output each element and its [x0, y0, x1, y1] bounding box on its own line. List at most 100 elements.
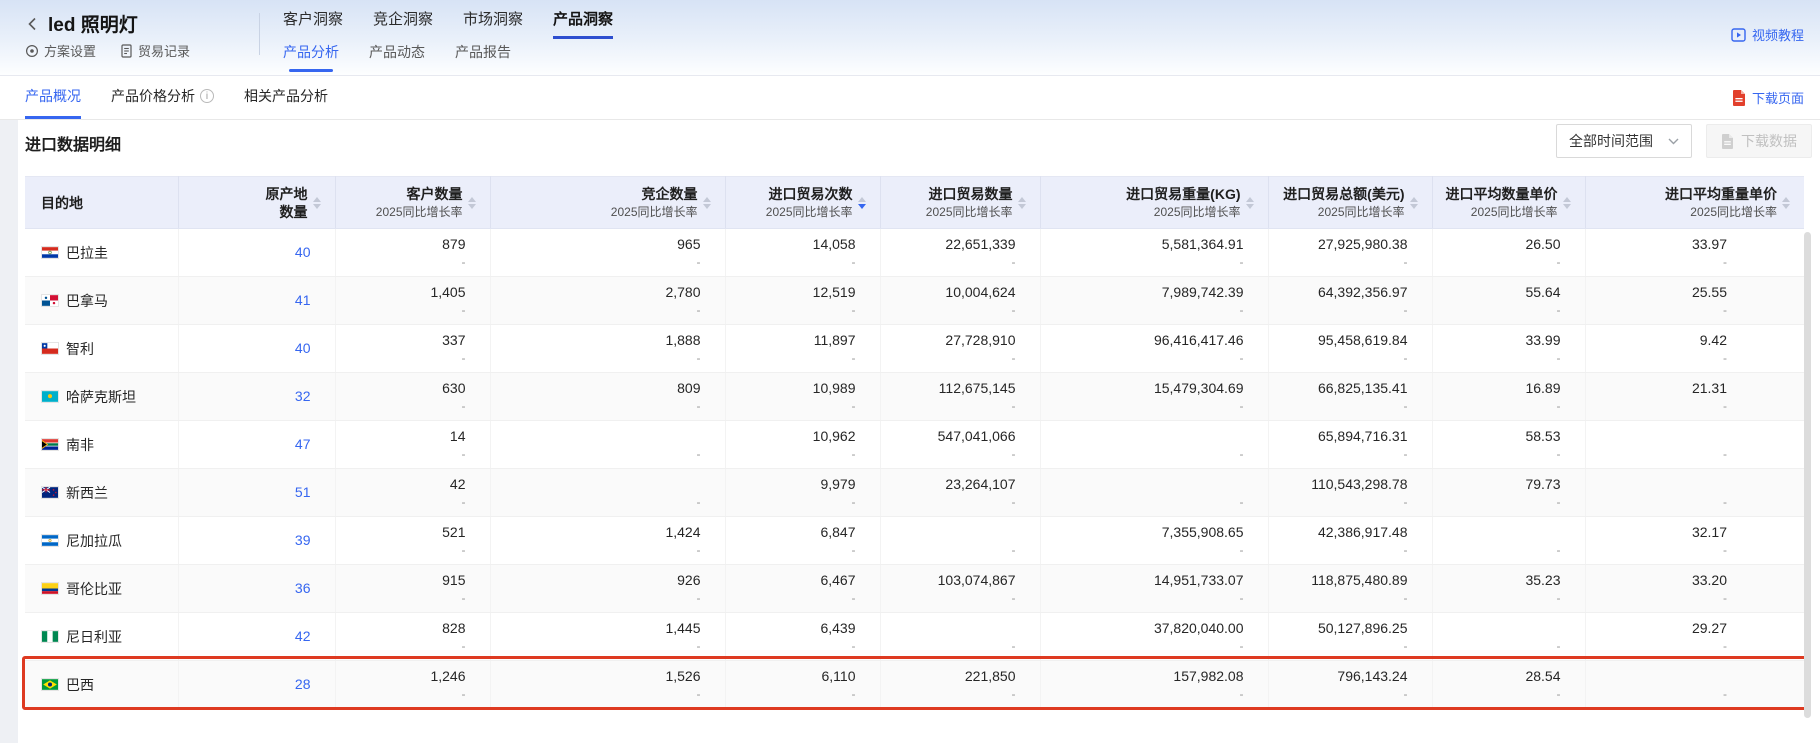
- metric-cell: 58.53-: [1432, 421, 1585, 469]
- table-row: 哈萨克斯坦32630-809-10,989-112,675,145-15,479…: [25, 373, 1804, 421]
- trade-count-link[interactable]: 6,110: [726, 667, 856, 685]
- trade-count-link[interactable]: 14,058: [726, 235, 856, 253]
- sort-icon[interactable]: [1782, 197, 1790, 209]
- col-header-import-trade-count[interactable]: 进口贸易次数2025同比增长率: [725, 177, 880, 229]
- vertical-scrollbar[interactable]: [1804, 232, 1811, 718]
- trade-count-link[interactable]: 9,979: [726, 475, 856, 493]
- origin-count-link[interactable]: 32: [295, 388, 311, 404]
- growth-rate-value: -: [881, 543, 1016, 558]
- video-tutorial-button[interactable]: 视频教程: [1731, 25, 1804, 44]
- col-header-import-trade-weight[interactable]: 进口贸易重量(KG)2025同比增长率: [1040, 177, 1268, 229]
- growth-rate-value: -: [1269, 543, 1408, 558]
- country-name: 新西兰: [66, 483, 108, 503]
- metric-value: 1,424: [491, 523, 701, 541]
- origin-count-link[interactable]: 40: [295, 340, 311, 356]
- growth-rate-value: -: [336, 591, 466, 606]
- tab-product-analysis[interactable]: 产品分析: [283, 42, 339, 62]
- growth-rate-value: -: [881, 639, 1016, 654]
- col-header-avg-weight-price[interactable]: 进口平均重量单价2025同比增长率: [1585, 177, 1804, 229]
- metric-value: 809: [491, 379, 701, 397]
- growth-rate-value: -: [726, 351, 856, 366]
- growth-rate-value: -: [1041, 591, 1244, 606]
- col-header-import-trade-quantity[interactable]: 进口贸易数量2025同比增长率: [880, 177, 1040, 229]
- sort-icon[interactable]: [1246, 197, 1254, 209]
- metric-cell: 14,951,733.07 -: [1040, 565, 1268, 613]
- sort-icon[interactable]: [1410, 197, 1418, 209]
- origin-count-link[interactable]: 42: [295, 628, 311, 644]
- sort-icon[interactable]: [313, 197, 321, 209]
- trade-records-button[interactable]: 贸易记录: [120, 41, 190, 60]
- origin-count-link[interactable]: 39: [295, 532, 311, 548]
- table-row: 巴西281,246-1,526-6,110-221,850-157,982.08…: [25, 661, 1804, 709]
- metric-value: 118,875,480.89: [1269, 571, 1408, 589]
- country-name: 哈萨克斯坦: [66, 387, 136, 407]
- back-icon[interactable]: [24, 16, 40, 32]
- origin-count-link[interactable]: 51: [295, 484, 311, 500]
- growth-rate-value: -: [881, 591, 1016, 606]
- table-row: 智利40337-1,888-11,897-27,728,910-96,416,4…: [25, 325, 1804, 373]
- download-page-button[interactable]: 下载页面: [1732, 88, 1804, 107]
- growth-rate-value: -: [336, 639, 466, 654]
- growth-rate-value: -: [1041, 447, 1244, 462]
- metric-cell: 118,875,480.89-: [1268, 565, 1432, 613]
- metric-value: [881, 523, 1016, 541]
- col-header-customer-count[interactable]: 客户数量2025同比增长率: [335, 177, 490, 229]
- growth-rate-value: -: [1041, 543, 1244, 558]
- col-header-import-trade-amount[interactable]: 进口贸易总额(美元)2025同比增长率: [1268, 177, 1432, 229]
- tab-market-insight[interactable]: 市场洞察: [463, 8, 523, 39]
- trade-count-link[interactable]: 10,962: [726, 427, 856, 445]
- origin-count-link[interactable]: 36: [295, 580, 311, 596]
- origin-count-link[interactable]: 40: [295, 244, 311, 260]
- growth-rate-value: -: [1269, 495, 1408, 510]
- col-header-avg-quantity-price[interactable]: 进口平均数量单价2025同比增长率: [1432, 177, 1585, 229]
- sort-icon[interactable]: [1563, 197, 1571, 209]
- trade-count-link[interactable]: 6,847: [726, 523, 856, 541]
- tab-competitor-insight[interactable]: 竞企洞察: [373, 8, 433, 39]
- trade-count-link[interactable]: 10,989: [726, 379, 856, 397]
- growth-rate-value: -: [1433, 687, 1561, 702]
- metric-cell: 809-: [490, 373, 725, 421]
- sort-icon-active-desc[interactable]: [858, 197, 866, 209]
- metric-cell: 157,982.08-: [1040, 661, 1268, 709]
- time-range-select[interactable]: 全部时间范围: [1556, 124, 1692, 158]
- trade-count-link[interactable]: 6,467: [726, 571, 856, 589]
- tab-product-dynamics[interactable]: 产品动态: [369, 42, 425, 62]
- trade-count-link[interactable]: 12,519: [726, 283, 856, 301]
- col-header-origin-count[interactable]: 原产地数量: [178, 177, 335, 229]
- metric-value: 33.97: [1586, 235, 1728, 253]
- metric-value: 96,416,417.46: [1041, 331, 1244, 349]
- trade-count-link[interactable]: 6,439: [726, 619, 856, 637]
- app-window: led 照明灯 方案设置 贸易记录 客户洞察 竞企洞察 市场洞察 产品洞察 产品…: [0, 0, 1820, 743]
- origin-count-link[interactable]: 47: [295, 436, 311, 452]
- sort-icon[interactable]: [703, 197, 711, 209]
- plan-settings-button[interactable]: 方案设置: [25, 41, 96, 60]
- metric-value: 33.20: [1586, 571, 1728, 589]
- metric-value: 915: [336, 571, 466, 589]
- metric-value: [1041, 427, 1244, 445]
- col-header-competitor-count[interactable]: 竞企数量2025同比增长率: [490, 177, 725, 229]
- tab-product-report[interactable]: 产品报告: [455, 42, 511, 62]
- metric-value: 33.99: [1433, 331, 1561, 349]
- tab-product-insight[interactable]: 产品洞察: [553, 8, 613, 39]
- tab-customer-insight[interactable]: 客户洞察: [283, 8, 343, 39]
- download-data-button[interactable]: 下载数据: [1706, 124, 1812, 158]
- origin-count-link[interactable]: 28: [295, 676, 311, 692]
- table-row: 哥伦比亚36915-926-6,467-103,074,867-14,951,7…: [25, 565, 1804, 613]
- tab-product-overview[interactable]: 产品概况: [25, 76, 81, 119]
- trade-count-link[interactable]: 11,897: [726, 331, 856, 349]
- tab-price-analysis[interactable]: 产品价格分析i: [111, 76, 214, 119]
- origin-count-link[interactable]: 41: [295, 292, 311, 308]
- flag-icon-br: [41, 678, 59, 691]
- sort-icon[interactable]: [1018, 197, 1026, 209]
- flag-icon-ng: [41, 630, 59, 643]
- metric-value: 14,951,733.07: [1041, 571, 1244, 589]
- metric-cell: 14-: [335, 421, 490, 469]
- metric-cell: 16.89-: [1432, 373, 1585, 421]
- metric-cell: 337-: [335, 325, 490, 373]
- metric-value: [1586, 667, 1728, 685]
- tab-related-products[interactable]: 相关产品分析: [244, 76, 328, 119]
- sort-icon[interactable]: [468, 197, 476, 209]
- metric-value: 5,581,364.91: [1041, 235, 1244, 253]
- metric-value: 221,850: [881, 667, 1016, 685]
- metric-cell: -: [1585, 661, 1804, 709]
